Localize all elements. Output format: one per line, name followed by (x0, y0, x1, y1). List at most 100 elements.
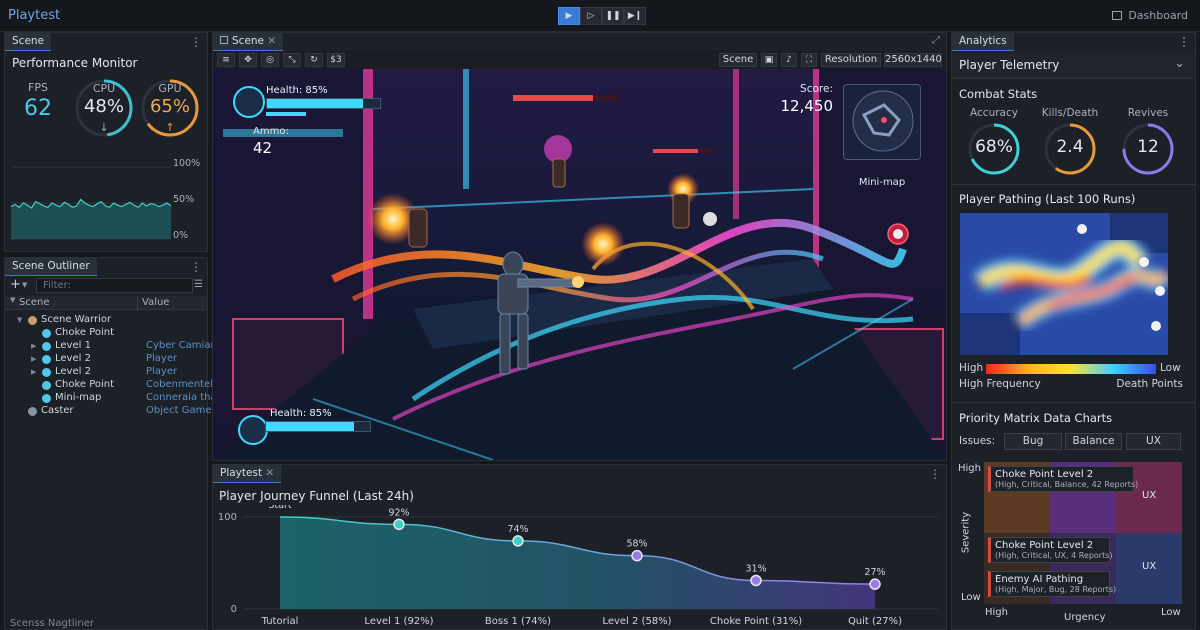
health-bar (266, 98, 381, 109)
object-icon (42, 381, 51, 390)
pathing-heatmap[interactable] (960, 213, 1168, 355)
revives-label: Revives (1127, 107, 1169, 119)
scale-icon[interactable]: ⤡ (283, 53, 301, 67)
kd-label: Kills/Death (1041, 107, 1099, 119)
funnel-point (750, 574, 762, 587)
issue-filter-bug[interactable]: Bug (1004, 433, 1062, 450)
filter-input[interactable]: Filter: (36, 278, 193, 293)
minimap[interactable] (843, 84, 921, 160)
tab-scene-outliner[interactable]: Scene Outliner (5, 258, 97, 276)
fps-label: FPS (28, 81, 48, 94)
snap-icon[interactable]: $3 (327, 53, 345, 67)
scene-panel: Scene ⋮ Performance Monitor FPS 62 CPU 4… (4, 32, 208, 252)
close-playtest-tab-icon[interactable]: ✕ (265, 467, 274, 479)
header-collapse-icon[interactable]: ▼ (10, 296, 15, 304)
column-value[interactable]: Value (142, 297, 169, 308)
expand-right-icon[interactable]: ▶ (31, 368, 36, 376)
legend-high-frequency: High Frequency (959, 378, 1041, 390)
revives-value: 12 (1137, 137, 1159, 157)
close-tab-icon[interactable]: ✕ (267, 35, 276, 47)
skip-button[interactable]: ▶❙ (624, 7, 646, 25)
play-button[interactable]: ▶ (558, 7, 580, 25)
outliner-row[interactable]: ▼ Scene Warrior (13, 314, 211, 327)
viewport-toolbar: ≡ ✥ ◎ ⤡ ↻ $3 Scene ▣ ♪ ⛶ Resolution 2560… (213, 51, 946, 70)
outliner-row[interactable]: Choke Point Cobenmentell (13, 379, 212, 392)
dashboard-link[interactable]: Dashboard (1112, 9, 1188, 22)
legend-death-points: Death Points (1116, 378, 1183, 390)
game-viewport[interactable]: Health: 85% Ammo: 42 Score: 12,450 Mini-… (213, 69, 946, 460)
gpu-label: GPU (158, 82, 182, 95)
add-dropdown-icon[interactable]: ▼ (22, 281, 27, 289)
tab-scene-view[interactable]: Scene ✕ (213, 33, 284, 51)
outliner-row-name: Caster (41, 405, 74, 416)
outliner-row-value: Player (146, 366, 178, 377)
top-bar: Playtest ▶ ▷ ❚❚ ▶❙ Dashboard (0, 0, 1200, 32)
scene-mode-button[interactable]: Scene (719, 53, 757, 67)
funnel-point (869, 578, 881, 590)
expand-down-icon[interactable]: ▼ (17, 316, 22, 324)
tab-analytics[interactable]: Analytics (952, 33, 1014, 51)
graph-tick-0: 0% (173, 230, 189, 241)
column-scene[interactable]: Scene (19, 297, 50, 308)
outliner-row-value: Player (146, 353, 178, 364)
resolution-value[interactable]: 2560x1440 (884, 53, 942, 67)
severity-high-label: High (958, 463, 981, 474)
analytics-menu-icon[interactable]: ⋮ (1178, 35, 1190, 49)
scene-outliner-panel: Scene Outliner ⋮ + ▼ Filter: ☰ ▼ Scene V… (4, 257, 212, 630)
tab-playtest[interactable]: Playtest ✕ (213, 465, 282, 483)
cpu-label: CPU (92, 82, 116, 95)
outliner-menu-icon[interactable]: ⋮ (190, 260, 202, 274)
expand-right-icon[interactable]: ▶ (31, 342, 36, 350)
outliner-row-name: Choke Point (55, 327, 115, 338)
outliner-row[interactable]: ▶ Level 2 Player (13, 366, 211, 379)
playtest-tab-label: Playtest (220, 467, 263, 479)
graph-tick-100: 100% (173, 158, 201, 169)
funnel-point-label: 92% (388, 507, 409, 518)
outliner-row[interactable]: Choke Point (13, 327, 211, 340)
rotate-icon[interactable]: ◎ (261, 53, 279, 67)
performance-title: Performance Monitor (12, 56, 138, 70)
gpu-value: 65% (149, 96, 190, 117)
issue-filter-balance[interactable]: Balance (1065, 433, 1122, 450)
matrix-cell[interactable]: UX (1116, 533, 1182, 604)
graph-tick-50: 50% (173, 194, 195, 205)
outliner-row[interactable]: ▶ Level 2 Player (13, 353, 211, 366)
outliner-row[interactable]: Mini-map Conneraia tha (13, 392, 212, 405)
pathing-title: Player Pathing (Last 100 Runs) (959, 192, 1136, 206)
health-bar-fill (267, 99, 364, 108)
add-icon[interactable]: + (10, 277, 21, 292)
tooltip-enemy-ai: Enemy AI Pathing (High, Major, Bug, 28 R… (988, 571, 1116, 597)
outliner-row-name: Scene Warrior (41, 314, 112, 325)
move-icon[interactable]: ✥ (239, 53, 257, 67)
tooltip-2-title: Choke Point Level 2 (995, 540, 1094, 551)
panel-menu-icon[interactable]: ⋮ (190, 35, 202, 49)
telemetry-header[interactable]: Player Telemetry ⌄ (952, 53, 1195, 79)
refresh-icon[interactable]: ↻ (305, 53, 323, 67)
urgency-low-label: Low (1161, 607, 1181, 618)
fullscreen-icon[interactable]: ⛶ (801, 53, 817, 67)
outliner-row[interactable]: Caster Object Games (13, 405, 212, 418)
issue-filter-ux[interactable]: UX (1126, 433, 1181, 450)
funnel-point-label: 27% (864, 567, 885, 578)
playtest-menu-icon[interactable]: ⋮ (929, 467, 941, 481)
filter-options-icon[interactable]: ☰ (194, 279, 203, 290)
funnel-chart: 100 0 Start Tutorial 92% Level 1 (92%) 74% Boss… (218, 505, 938, 627)
menu-icon[interactable]: ≡ (217, 53, 235, 67)
pause-button[interactable]: ❚❚ (602, 7, 624, 25)
object-icon (42, 342, 51, 351)
expand-right-icon[interactable]: ▶ (31, 355, 36, 363)
maximize-icon[interactable]: ⤢ (932, 35, 940, 46)
filter-placeholder: Filter: (43, 280, 71, 291)
tab-scene[interactable]: Scene (5, 33, 52, 51)
step-button[interactable]: ▷ (580, 7, 602, 25)
ammo-value: 42 (253, 139, 273, 157)
funnel-point (393, 518, 405, 531)
combat-title: Combat Stats (959, 87, 1038, 101)
resolution-button[interactable]: Resolution (821, 53, 881, 67)
funnel-point (512, 535, 524, 547)
chevron-down-icon[interactable]: ⌄ (1174, 56, 1185, 71)
legend-low: Low (1160, 362, 1181, 374)
camera-icon[interactable]: ▣ (761, 53, 777, 67)
outliner-row[interactable]: ▶ Level 1 Cyber Camian (13, 340, 212, 353)
audio-icon[interactable]: ♪ (781, 53, 797, 67)
